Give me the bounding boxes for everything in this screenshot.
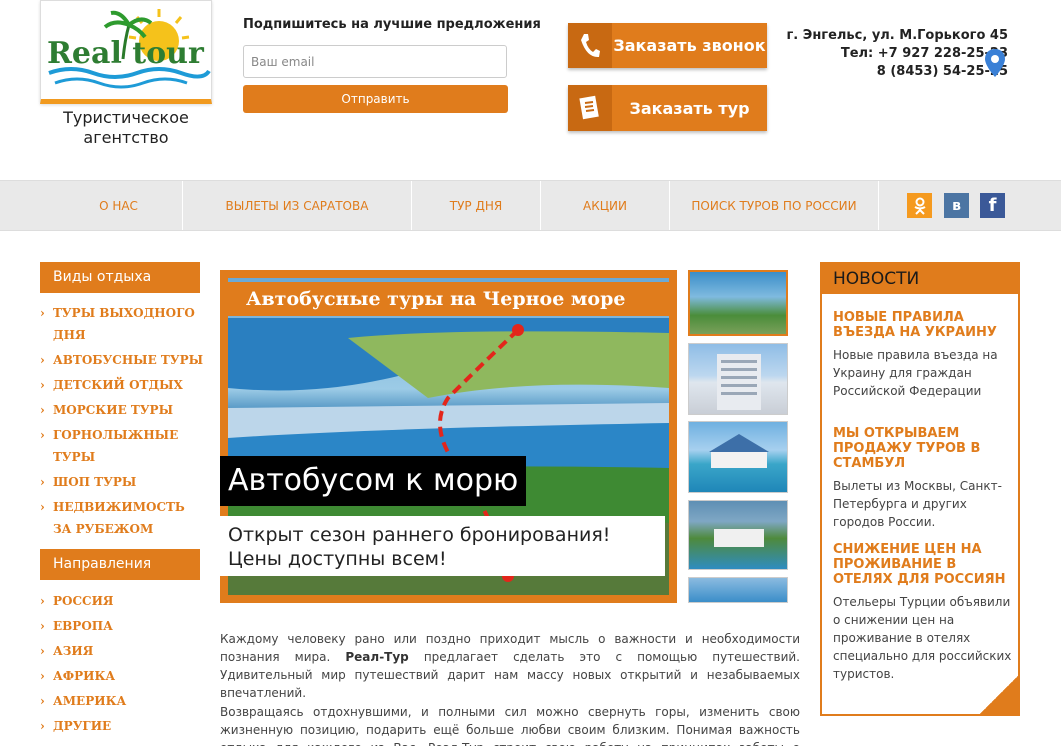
logo[interactable]: Real tour xyxy=(40,0,212,104)
banner-subtitle: Открыт сезон раннего бронирования! Цены … xyxy=(220,516,665,576)
banner-thumbnail-2[interactable] xyxy=(688,343,788,415)
sidebar-item-sea-tours[interactable]: МОРСКИЕ ТУРЫ xyxy=(40,399,210,421)
banner-thumbnail-4[interactable] xyxy=(688,500,788,570)
logo-tagline: Туристическое агентство xyxy=(63,108,189,147)
sidebar-list-destinations: РОССИЯ ЕВРОПА АЗИЯ АФРИКА АМЕРИКА ДРУГИЕ xyxy=(40,590,210,740)
sidebar-item-realty-abroad[interactable]: НЕДВИЖИМОСТЬ ЗА РУБЕЖОМ xyxy=(40,496,200,540)
nav-item-about[interactable]: О НАС xyxy=(55,181,183,230)
banner-thumbnail-3[interactable] xyxy=(688,421,788,493)
nav-item-russia-tours[interactable]: ПОИСК ТУРОВ ПО РОССИИ xyxy=(670,181,879,230)
banner-subtitle-line1: Открыт сезон раннего бронирования! xyxy=(228,524,611,546)
sidebar-item-russia[interactable]: РОССИЯ xyxy=(40,590,210,612)
subscribe-submit-button[interactable]: Отправить xyxy=(243,85,508,113)
sidebar-item-weekend-tours[interactable]: ТУРЫ ВЫХОДНОГО ДНЯ xyxy=(40,302,205,346)
sidebar-section-destinations: Направления xyxy=(40,549,200,580)
news-item-title[interactable]: МЫ ОТКРЫВАЕМ ПРОДАЖУ ТУРОВ В СТАМБУЛ xyxy=(833,426,1019,471)
order-tour-button[interactable]: Заказать тур xyxy=(568,85,767,131)
sidebar-item-asia[interactable]: АЗИЯ xyxy=(40,640,210,662)
news-item: МЫ ОТКРЫВАЕМ ПРОДАЖУ ТУРОВ В СТАМБУЛ Выл… xyxy=(833,426,1019,531)
logo-text: Real tour xyxy=(47,36,205,71)
brand-name: Реал-Тур xyxy=(345,650,409,664)
news-item-title[interactable]: СНИЖЕНИЕ ЦЕН НА ПРОЖИВАНИЕ В ОТЕЛЯХ ДЛЯ … xyxy=(833,542,1019,587)
news-item-title[interactable]: НОВЫЕ ПРАВИЛА ВЪЕЗДА НА УКРАИНУ xyxy=(833,310,1019,340)
intro-paragraph-1: Каждому человеку рано или поздно приходи… xyxy=(220,632,800,700)
sidebar-item-ski-tours[interactable]: ГОРНОЛЫЖНЫЕ ТУРЫ xyxy=(40,424,210,468)
request-call-label: Заказать звонок xyxy=(613,36,766,55)
odnoklassniki-icon[interactable] xyxy=(907,193,932,218)
address: г. Энгельс, ул. М.Горького 45 xyxy=(786,28,1008,43)
news-heading: НОВОСТИ xyxy=(822,264,1018,294)
sidebar-item-europe[interactable]: ЕВРОПА xyxy=(40,615,210,637)
subscribe-title: Подпишитесь на лучшие предложения xyxy=(243,17,541,32)
phone-icon xyxy=(568,23,612,68)
contacts: г. Энгельс, ул. М.Горького 45 Тел: +7 92… xyxy=(787,27,1008,81)
phone-secondary[interactable]: 8 (8453) 54-25-25 xyxy=(787,63,1008,81)
email-input[interactable] xyxy=(243,45,507,78)
facebook-icon[interactable]: f xyxy=(980,193,1005,218)
nav-item-promotions[interactable]: АКЦИИ xyxy=(541,181,670,230)
news-item: СНИЖЕНИЕ ЦЕН НА ПРОЖИВАНИЕ В ОТЕЛЯХ ДЛЯ … xyxy=(833,542,1019,683)
news-item-text: Новые правила въезда на Украину для граж… xyxy=(833,348,998,398)
banner-strip-title: Автобусные туры на Черное море xyxy=(228,282,669,316)
banner-thumbnail-5[interactable] xyxy=(688,577,788,603)
request-call-button[interactable]: Заказать звонок xyxy=(568,23,767,68)
sidebar-item-africa[interactable]: АФРИКА xyxy=(40,665,210,687)
intro-paragraph-2: Возвращаясь отдохнувшими, и полными сил … xyxy=(220,705,800,746)
logo-image: Real tour xyxy=(47,9,211,89)
news-item-text: Отельеры Турции объявили о снижении цен … xyxy=(833,595,1012,681)
news-more-corner[interactable] xyxy=(978,674,1020,716)
sidebar-item-shop-tours[interactable]: ШОП ТУРЫ xyxy=(40,471,210,493)
nav-item-tour-of-day[interactable]: ТУР ДНЯ xyxy=(412,181,541,230)
sidebar-section-rest-types: Виды отдыха xyxy=(40,262,200,293)
banner-title: Автобусом к морю xyxy=(220,456,527,506)
banner-thumbnail-1[interactable] xyxy=(688,270,788,336)
banner-subtitle-line2: Цены доступны всем! xyxy=(228,548,447,570)
phone-primary[interactable]: Тел: +7 927 228-25-23 xyxy=(787,45,1008,63)
sidebar-item-other[interactable]: ДРУГИЕ xyxy=(40,715,210,737)
sidebar-item-america[interactable]: АМЕРИКА xyxy=(40,690,210,712)
map-pin-icon[interactable] xyxy=(985,49,1005,77)
nav-item-flights-saratov[interactable]: ВЫЛЕТЫ ИЗ САРАТОВА xyxy=(183,181,412,230)
news-panel: НОВОСТИ НОВЫЕ ПРАВИЛА ВЪЕЗДА НА УКРАИНУ … xyxy=(820,262,1020,716)
main-nav: О НАС ВЫЛЕТЫ ИЗ САРАТОВА ТУР ДНЯ АКЦИИ П… xyxy=(0,180,1061,231)
news-item: НОВЫЕ ПРАВИЛА ВЪЕЗДА НА УКРАИНУ Новые пр… xyxy=(833,310,1019,400)
order-tour-label: Заказать тур xyxy=(629,98,750,118)
vk-icon[interactable]: в xyxy=(944,193,969,218)
sidebar-list-rest-types: ТУРЫ ВЫХОДНОГО ДНЯ АВТОБУСНЫЕ ТУРЫ ДЕТСК… xyxy=(40,302,210,543)
news-item-text: Вылеты из Москвы, Санкт-Петербурга и дру… xyxy=(833,479,1002,529)
sidebar-item-kids-rest[interactable]: ДЕТСКИЙ ОТДЫХ xyxy=(40,374,210,396)
document-icon xyxy=(568,85,612,131)
sidebar-item-bus-tours[interactable]: АВТОБУСНЫЕ ТУРЫ xyxy=(40,349,210,371)
